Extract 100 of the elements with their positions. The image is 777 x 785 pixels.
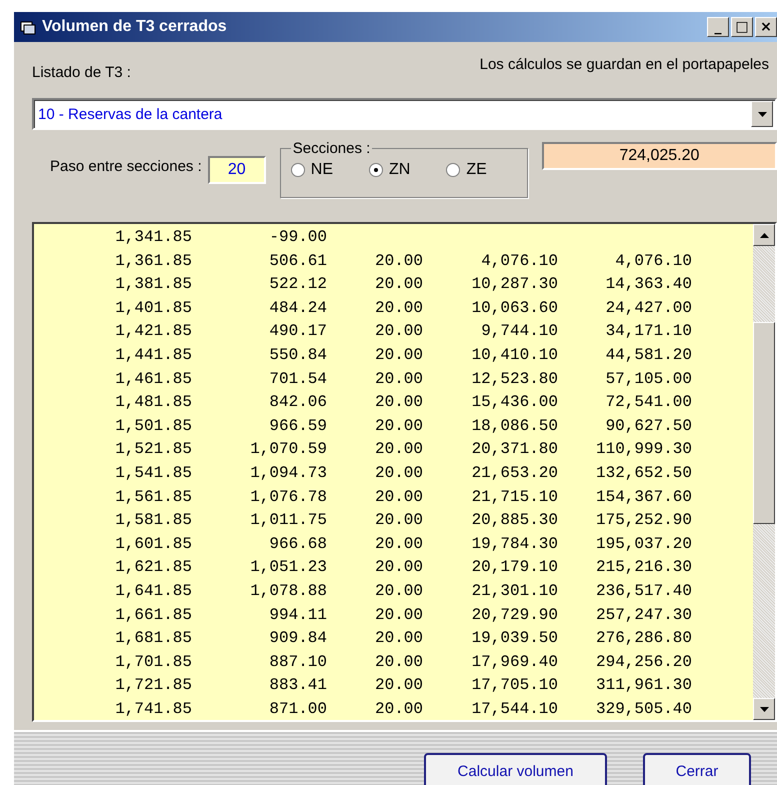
close-button[interactable]: × [755,17,777,37]
list-cell: 20.00 [374,511,423,530]
list-cell: 175,252.90 [596,511,692,530]
t3-dropdown[interactable]: 10 - Reservas de la cantera [32,98,777,130]
list-cell: 20.00 [374,700,423,718]
list-cell: 1,078.88 [250,582,327,600]
list-cell: 34,171.10 [606,322,692,340]
list-cell: 294,256.20 [596,652,692,671]
list-cell: 20.00 [374,370,423,388]
list-cell: 1,094.73 [250,464,327,482]
list-cell: 24,427.00 [606,298,692,317]
list-cell: 276,286.80 [596,629,692,648]
list-cell: 14,363.40 [606,275,692,294]
list-cell: 20.00 [374,582,423,600]
list-cell: 20.00 [374,252,423,270]
list-cell: 1,070.59 [250,440,327,458]
scroll-up-icon [760,232,768,238]
sections-legend: Secciones : [290,140,372,157]
list-cell: 10,287.30 [472,275,558,294]
list-cell: 110,999.30 [596,440,692,458]
list-cell: 1,481.85 [115,393,192,412]
close-dialog-button[interactable]: Cerrar [643,753,751,785]
scrollbar[interactable] [753,224,775,720]
clipboard-note: Los cálculos se guardan en el portapapeles [480,56,769,75]
list-cell: 12,523.80 [472,370,558,388]
list-cell: 1,701.85 [115,652,192,671]
list-cell: 9,744.10 [481,322,558,340]
list-cell: 20.00 [374,275,423,294]
list-cell: 90,627.50 [606,416,692,435]
scroll-down-icon [760,706,768,712]
list-cell: 311,961.30 [596,676,692,694]
list-cell: 20.00 [374,393,423,412]
section-radio[interactable]: ZE [446,161,487,179]
list-cell: 1,501.85 [115,416,192,435]
list-cell: 44,581.20 [606,346,692,364]
list-cell: 1,661.85 [115,606,192,624]
list-cell: 20.00 [374,534,423,553]
list-cell: 701.54 [269,370,327,388]
list-cell: 20.00 [374,346,423,364]
list-cell: 1,641.85 [115,582,192,600]
list-cell: 883.41 [269,676,327,694]
list-cell: -99.00 [269,228,327,246]
calculate-button[interactable]: Calcular volumen [424,753,607,785]
list-cell: 329,505.40 [596,700,692,718]
list-cell: 57,105.00 [606,370,692,388]
list-cell: 20.00 [374,676,423,694]
list-cell: 966.68 [269,534,327,553]
list-cell: 20.00 [374,488,423,506]
list-cell: 17,544.10 [472,700,558,718]
list-cell: 506.61 [269,252,327,270]
list-cell: 1,421.85 [115,322,192,340]
list-cell: 20,885.30 [472,511,558,530]
section-radio[interactable]: ZN [369,161,410,179]
list-cell: 1,681.85 [115,629,192,648]
list-cell: 10,410.10 [472,346,558,364]
results-list[interactable] [32,222,777,722]
list-cell: 72,541.00 [606,393,692,412]
dropdown-arrow-icon [758,112,766,116]
list-cell: 994.11 [269,606,327,624]
list-cell: 132,652.50 [596,464,692,482]
minimize-button[interactable]: _ [707,17,729,37]
list-cell: 20.00 [374,464,423,482]
list-cell: 21,653.20 [472,464,558,482]
list-cell: 1,561.85 [115,488,192,506]
scrollbar-thumb[interactable] [753,322,775,524]
list-cell: 1,076.78 [250,488,327,506]
list-cell: 19,784.30 [472,534,558,553]
list-cell: 1,051.23 [250,558,327,576]
list-cell: 20.00 [374,629,423,648]
list-cell: 20,371.80 [472,440,558,458]
list-cell: 154,367.60 [596,488,692,506]
total-volume-field: 724,025.20 [542,142,777,170]
list-cell: 1,401.85 [115,298,192,317]
list-cell: 20.00 [374,440,423,458]
list-cell: 550.84 [269,346,327,364]
list-cell: 484.24 [269,298,327,317]
step-label: Paso entre secciones : [50,158,202,175]
list-cell: 20.00 [374,322,423,340]
list-cell: 842.06 [269,393,327,412]
list-cell: 19,039.50 [472,629,558,648]
list-cell: 966.59 [269,416,327,435]
list-cell: 1,601.85 [115,534,192,553]
list-cell: 20,179.10 [472,558,558,576]
step-field[interactable]: 20 [208,156,266,184]
list-cell: 15,436.00 [472,393,558,412]
list-cell: 236,517.40 [596,582,692,600]
list-cell: 1,521.85 [115,440,192,458]
list-cell: 1,361.85 [115,252,192,270]
section-radio[interactable]: NE [290,161,333,179]
maximize-button[interactable]: □ [731,17,753,37]
list-cell: 522.12 [269,275,327,294]
list-cell: 20.00 [374,558,423,576]
list-cell: 20.00 [374,652,423,671]
list-cell: 21,715.10 [472,488,558,506]
list-cell: 21,301.10 [472,582,558,600]
list-cell: 1,741.85 [115,700,192,718]
list-cell: 909.84 [269,629,327,648]
list-cell: 257,247.30 [596,606,692,624]
list-cell: 17,969.40 [472,652,558,671]
list-cell: 18,086.50 [472,416,558,435]
